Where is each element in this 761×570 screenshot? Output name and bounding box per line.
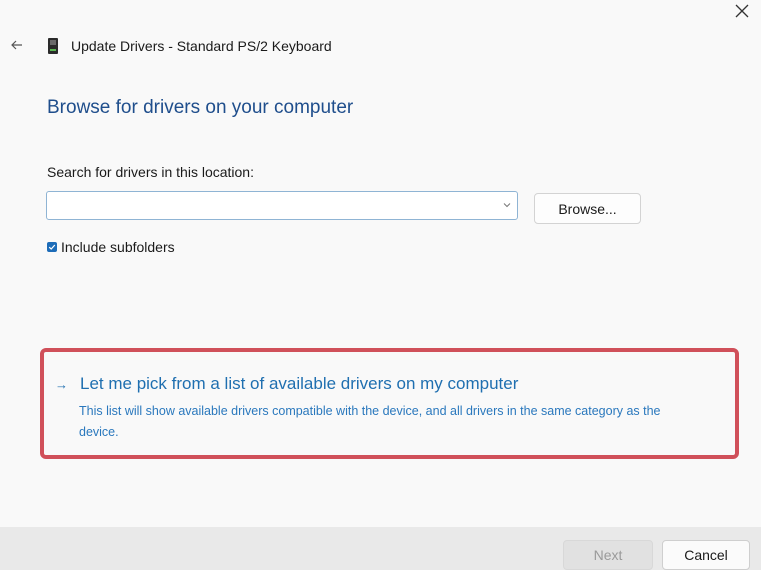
update-drivers-dialog: Update Drivers - Standard PS/2 Keyboard … <box>0 0 761 527</box>
page-heading: Browse for drivers on your computer <box>47 97 354 118</box>
search-location-label: Search for drivers in this location: <box>47 164 254 180</box>
keyboard-device-icon <box>48 38 58 54</box>
driver-path-input[interactable] <box>53 196 497 217</box>
include-subfolders-option[interactable]: Include subfolders <box>47 238 175 256</box>
driver-path-combobox[interactable] <box>46 191 518 220</box>
close-icon <box>735 4 749 18</box>
window-title-bar: Update Drivers - Standard PS/2 Keyboard <box>47 36 332 56</box>
back-arrow-icon <box>11 40 22 50</box>
arrow-right-icon: → <box>55 376 68 392</box>
pick-from-list-title[interactable]: Let me pick from a list of available dri… <box>80 374 518 394</box>
back-button[interactable] <box>8 36 26 54</box>
window-title: Update Drivers - Standard PS/2 Keyboard <box>71 38 332 54</box>
next-button[interactable]: Next <box>563 540 653 570</box>
cancel-button[interactable]: Cancel <box>662 540 750 570</box>
include-subfolders-checkbox[interactable] <box>47 242 57 252</box>
browse-button[interactable]: Browse... <box>534 193 641 224</box>
pick-from-list-link[interactable]: → Let me pick from a list of available d… <box>55 374 705 443</box>
pick-from-list-description: This list will show available drivers co… <box>79 404 661 439</box>
close-button[interactable] <box>729 0 755 22</box>
checkmark-icon <box>48 244 56 250</box>
include-subfolders-label: Include subfolders <box>61 239 175 255</box>
chevron-down-icon[interactable] <box>503 201 511 209</box>
